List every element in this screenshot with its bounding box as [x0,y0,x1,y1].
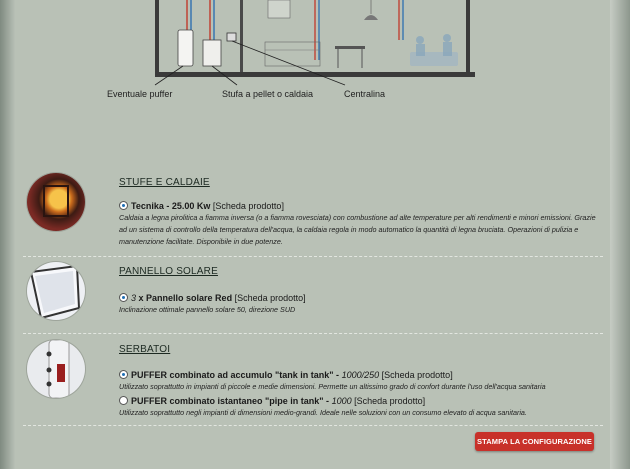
heating-system-diagram: Eventuale puffer Stufa a pellet o caldai… [15,0,610,110]
callout-stove: Stufa a pellet o caldaia [222,89,314,99]
product-sheet-link[interactable]: [Scheda prodotto] [382,370,453,380]
section-divider [23,425,603,426]
option-puffer-pipe-in-tank[interactable]: PUFFER combinato istantaneo "pipe in tan… [119,395,599,419]
solar-panel-image [29,264,81,320]
tank-image [46,340,70,398]
radio-puffer-tank-in-tank[interactable] [119,370,128,379]
option-tecnika[interactable]: Tecnika - 25.00 Kw [Scheda prodotto] Cal… [119,200,599,248]
forest-background-left [0,0,15,469]
radio-tecnika[interactable] [119,201,128,210]
radio-solar-red[interactable] [119,293,128,302]
section-title-stoves: STUFE E CALDAIE [119,177,210,188]
option-quantity: 3 [131,293,137,303]
product-sheet-link[interactable]: [Scheda prodotto] [213,201,284,211]
section-divider [23,333,603,334]
print-configuration-button[interactable]: STAMPA LA CONFIGURAZIONE [475,432,594,451]
option-size: 1000 [331,396,352,406]
radio-puffer-pipe-in-tank[interactable] [119,396,128,405]
option-puffer-tank-in-tank[interactable]: PUFFER combinato ad accumulo "tank in ta… [119,369,599,393]
product-sheet-link[interactable]: [Scheda prodotto] [354,396,425,406]
solar-panel-thumbnail [27,262,85,320]
callout-puffer: Eventuale puffer [107,89,173,99]
section-title-solar: PANNELLO SOLARE [119,266,218,277]
product-sheet-link[interactable]: [Scheda prodotto] [235,293,306,303]
option-name: PUFFER combinato istantaneo "pipe in tan… [131,396,330,406]
option-name: Tecnika - 25.00 Kw [131,201,211,211]
forest-background-right [610,0,630,469]
configurator-panel: Eventuale puffer Stufa a pellet o caldai… [15,0,610,469]
callout-control-unit: Centralina [344,89,386,99]
option-description: Utilizzato soprattutto negli impianti di… [119,408,527,417]
tank-thumbnail [27,340,85,398]
option-solar-red[interactable]: 3 x Pannello solare Red [Scheda prodotto… [119,292,599,316]
section-title-tanks: SERBATOI [119,344,171,355]
option-description: Inclinazione ottimale pannello solare 50… [119,305,296,314]
option-description: Caldaia a legna pirolitica a fiamma inve… [119,213,596,246]
option-size: 1000/250 [341,370,380,380]
option-name: x Pannello solare Red [138,293,233,303]
section-divider [23,256,603,257]
option-name: PUFFER combinato ad accumulo "tank in ta… [131,370,340,380]
boiler-thumbnail [27,173,85,231]
option-description: Utilizzato soprattutto in impianti di pi… [119,382,546,391]
